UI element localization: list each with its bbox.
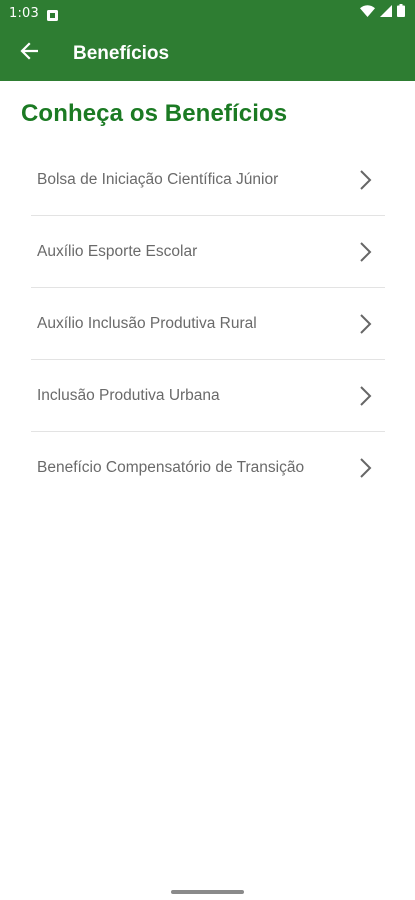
arrow-left-icon: [20, 42, 39, 65]
app-bar-title: Benefícios: [73, 42, 170, 64]
benefit-label: Benefício Compensatório de Transição: [37, 459, 305, 476]
notification-icon: [47, 8, 58, 21]
page-heading: Conheça os Benefícios: [21, 100, 288, 127]
wifi-icon: [360, 4, 375, 22]
benefit-item-bolsa-iniciacao-cientifica[interactable]: Bolsa de Iniciação Científica Júnior: [31, 144, 385, 216]
back-button[interactable]: [1, 26, 57, 81]
battery-icon: [397, 4, 405, 22]
status-bar: 1:03: [0, 0, 415, 26]
chevron-right-icon: [356, 240, 376, 264]
chevron-right-icon: [356, 456, 376, 480]
status-icons: [360, 4, 405, 22]
benefit-item-auxilio-esporte-escolar[interactable]: Auxílio Esporte Escolar: [31, 216, 385, 288]
chevron-right-icon: [356, 312, 376, 336]
benefit-item-beneficio-compensatorio-transicao[interactable]: Benefício Compensatório de Transição: [31, 432, 385, 504]
chevron-right-icon: [356, 384, 376, 408]
chevron-right-icon: [356, 168, 376, 192]
benefit-list: Bolsa de Iniciação Científica Júnior Aux…: [31, 144, 385, 504]
benefit-label: Inclusão Produtiva Urbana: [37, 386, 220, 404]
gesture-nav-handle[interactable]: [171, 890, 244, 894]
benefit-label: Auxílio Esporte Escolar: [37, 242, 198, 260]
status-time: 1:03: [9, 5, 39, 21]
app-bar: Benefícios: [0, 26, 415, 81]
signal-icon: [380, 4, 392, 22]
benefit-item-auxilio-inclusao-produtiva-rural[interactable]: Auxílio Inclusão Produtiva Rural: [31, 288, 385, 360]
benefit-item-inclusao-produtiva-urbana[interactable]: Inclusão Produtiva Urbana: [31, 360, 385, 432]
benefit-label: Bolsa de Iniciação Científica Júnior: [37, 170, 279, 188]
benefit-label: Auxílio Inclusão Produtiva Rural: [37, 314, 257, 332]
